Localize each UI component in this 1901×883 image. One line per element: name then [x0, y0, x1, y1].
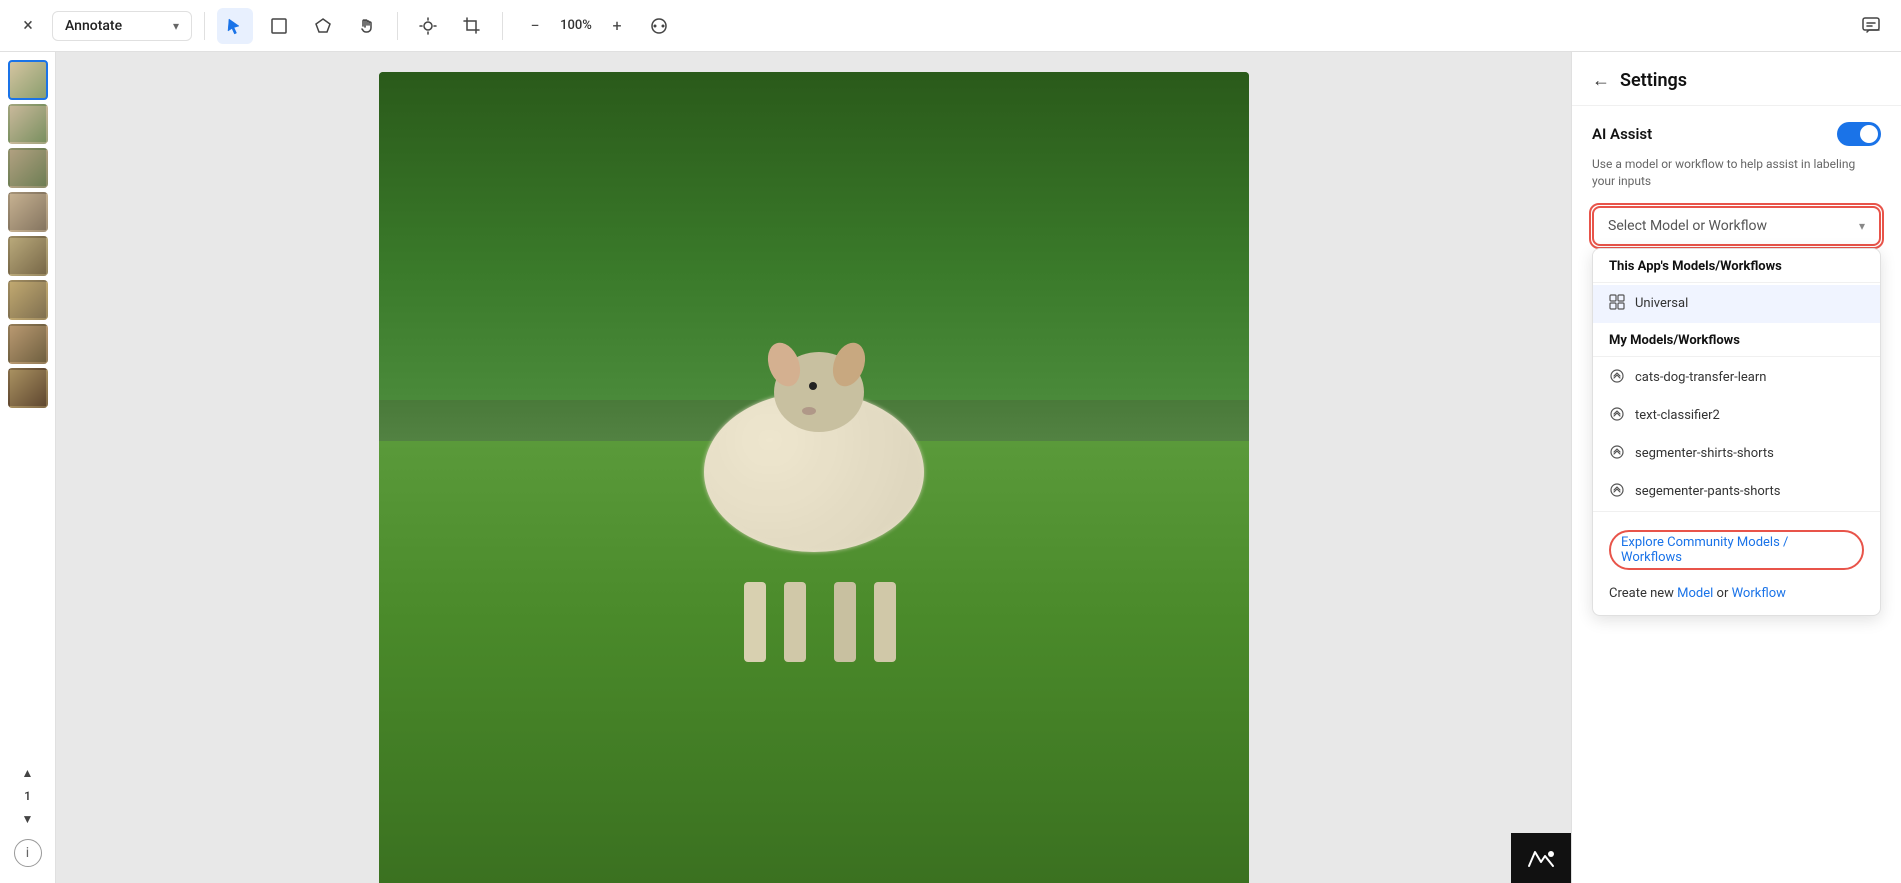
- page-up-button[interactable]: ▲: [14, 759, 42, 787]
- create-model-link[interactable]: Model: [1677, 586, 1713, 601]
- toolbar-right: [1853, 8, 1889, 44]
- dropdown-item-seg-shirts[interactable]: segmenter-shirts-shorts: [1593, 435, 1880, 473]
- page-down-button[interactable]: ▼: [14, 805, 42, 833]
- toolbar-separator-2: [397, 12, 398, 40]
- cats-dog-label: cats-dog-transfer-learn: [1635, 370, 1766, 385]
- universal-icon: [1609, 294, 1625, 314]
- main-canvas-image: [379, 72, 1249, 883]
- path-tool[interactable]: [641, 8, 677, 44]
- dropdown-item-text-cls[interactable]: text-classifier2: [1593, 397, 1880, 435]
- thumbnail-8[interactable]: [8, 368, 48, 408]
- watermark-logo: [1523, 844, 1559, 872]
- thumbnail-sidebar: ▲ 1 ▼ i: [0, 52, 56, 883]
- thumbnail-3[interactable]: [8, 148, 48, 188]
- thumbnail-5[interactable]: [8, 236, 48, 276]
- settings-back-button[interactable]: ←: [1592, 70, 1610, 91]
- text-cls-icon: [1609, 406, 1625, 426]
- create-workflow-link[interactable]: Workflow: [1732, 586, 1786, 601]
- select-tool[interactable]: [217, 8, 253, 44]
- text-cls-label: text-classifier2: [1635, 408, 1720, 423]
- adjust-icon: [419, 17, 437, 35]
- model-dropdown: This App's Models/Workflows: [1592, 248, 1881, 616]
- seg-shirts-label: segmenter-shirts-shorts: [1635, 446, 1774, 461]
- box-tool[interactable]: [261, 8, 297, 44]
- crop-icon: [463, 17, 481, 35]
- section-header-app: This App's Models/Workflows: [1593, 249, 1880, 280]
- zoom-in-button[interactable]: +: [601, 10, 633, 42]
- path-icon: [650, 17, 668, 35]
- universal-model-icon: [1609, 294, 1625, 310]
- settings-body: AI Assist Use a model or workflow to hel…: [1572, 106, 1901, 883]
- model-icon-3: [1609, 444, 1625, 460]
- ai-assist-description: Use a model or workflow to help assist i…: [1592, 156, 1881, 190]
- zoom-level: 100%: [555, 18, 597, 33]
- chat-button[interactable]: [1853, 8, 1889, 44]
- toolbar: × Annotate ▾: [0, 0, 1901, 52]
- thumbnail-4[interactable]: [8, 192, 48, 232]
- ai-assist-label: AI Assist: [1592, 125, 1652, 143]
- seg-shirts-icon: [1609, 444, 1625, 464]
- ai-assist-toggle[interactable]: [1837, 122, 1881, 146]
- chat-icon: [1861, 16, 1881, 36]
- zoom-out-button[interactable]: −: [519, 10, 551, 42]
- polygon-icon: [314, 17, 332, 35]
- model-select-placeholder: Select Model or Workflow: [1608, 218, 1767, 234]
- seg-pants-label: segementer-pants-shorts: [1635, 484, 1781, 499]
- watermark: [1511, 833, 1571, 883]
- box-icon: [270, 17, 288, 35]
- model-select-chevron: ▾: [1859, 219, 1865, 233]
- universal-label: Universal: [1635, 296, 1688, 311]
- canvas-area[interactable]: [56, 52, 1571, 883]
- thumbnail-1[interactable]: [8, 60, 48, 100]
- annotate-dropdown[interactable]: Annotate ▾: [52, 11, 192, 41]
- thumbnail-7[interactable]: [8, 324, 48, 364]
- pan-tool[interactable]: [349, 8, 385, 44]
- page-number: 1: [24, 789, 31, 803]
- explore-community-link[interactable]: Explore Community Models / Workflows: [1609, 524, 1864, 576]
- divider-2: [1593, 356, 1880, 357]
- info-button[interactable]: i: [14, 839, 42, 867]
- thumbnail-navigation: ▲ 1 ▼ i: [14, 759, 42, 875]
- annotate-chevron: ▾: [173, 19, 179, 33]
- cats-dog-icon: [1609, 368, 1625, 388]
- model-select-button[interactable]: Select Model or Workflow ▾: [1592, 206, 1881, 246]
- model-icon-2: [1609, 406, 1625, 422]
- hand-icon: [358, 17, 376, 35]
- dropdown-scroll-area[interactable]: This App's Models/Workflows: [1593, 249, 1880, 511]
- dropdown-item-universal[interactable]: Universal: [1593, 285, 1880, 323]
- thumbnail-6[interactable]: [8, 280, 48, 320]
- model-select-wrapper: Select Model or Workflow ▾ This App's Mo…: [1592, 206, 1881, 246]
- seg-pants-icon: [1609, 482, 1625, 502]
- section-header-my: My Models/Workflows: [1593, 323, 1880, 354]
- main-content: ▲ 1 ▼ i: [0, 52, 1901, 883]
- model-icon-4: [1609, 482, 1625, 498]
- polygon-tool[interactable]: [305, 8, 341, 44]
- annotate-label: Annotate: [65, 18, 122, 34]
- settings-panel: ← Settings AI Assist Use a model or work…: [1571, 52, 1901, 883]
- adjust-tool[interactable]: [410, 8, 446, 44]
- create-new-row: Create new Model or Workflow: [1609, 580, 1864, 607]
- thumbnail-2[interactable]: [8, 104, 48, 144]
- toolbar-separator-3: [502, 12, 503, 40]
- dropdown-item-seg-pants[interactable]: segementer-pants-shorts: [1593, 473, 1880, 511]
- close-button[interactable]: ×: [12, 10, 44, 42]
- divider-1: [1593, 282, 1880, 283]
- zoom-controls: − 100% +: [519, 10, 633, 42]
- arrow-icon: [226, 17, 244, 35]
- explore-link-wrapper: Explore Community Models / Workflows: [1609, 520, 1864, 580]
- settings-title: Settings: [1620, 70, 1687, 91]
- model-icon-1: [1609, 368, 1625, 384]
- explore-oval: Explore Community Models / Workflows: [1609, 530, 1864, 570]
- ai-assist-row: AI Assist: [1592, 122, 1881, 146]
- dropdown-footer: Explore Community Models / Workflows Cre…: [1593, 511, 1880, 615]
- dropdown-item-cats-dog[interactable]: cats-dog-transfer-learn: [1593, 359, 1880, 397]
- toolbar-separator-1: [204, 12, 205, 40]
- crop-tool[interactable]: [454, 8, 490, 44]
- settings-header: ← Settings: [1572, 52, 1901, 106]
